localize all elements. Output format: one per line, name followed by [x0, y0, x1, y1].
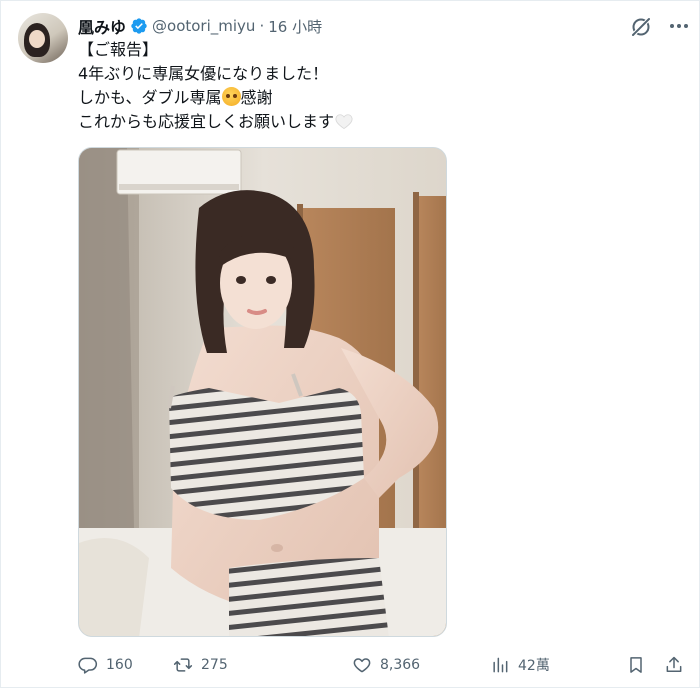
- bookmark-button[interactable]: [626, 653, 646, 677]
- tweet-line-part: これからも応援宜しくお願いします: [78, 112, 335, 131]
- more-icon[interactable]: [666, 13, 692, 39]
- bookmark-icon: [630, 657, 642, 673]
- like-count: 8,366: [380, 657, 421, 673]
- views-count: 42萬: [518, 658, 550, 674]
- more-dot: [684, 24, 688, 28]
- reply-count: 160: [106, 657, 133, 673]
- post-photo[interactable]: [78, 147, 447, 637]
- action-bar: 160 275 8,366 42萬: [78, 653, 693, 677]
- tweet-line: 【ご報告】: [78, 40, 159, 59]
- author-handle[interactable]: @ootori_miyu: [152, 17, 255, 35]
- author-avatar[interactable]: [18, 13, 68, 63]
- reply-button[interactable]: 160: [78, 653, 133, 677]
- like-icon: [353, 658, 371, 673]
- like-button[interactable]: 8,366: [352, 653, 420, 677]
- repost-count: 275: [201, 657, 228, 673]
- repost-icon: [173, 658, 193, 672]
- grok-icon[interactable]: [628, 14, 654, 40]
- share-icon: [666, 656, 682, 672]
- avatar-face: [29, 30, 45, 48]
- header-separator: ·: [259, 17, 265, 35]
- repost-button[interactable]: 275: [173, 653, 228, 677]
- more-dot: [677, 24, 681, 28]
- post-time[interactable]: 16 小時: [268, 16, 322, 37]
- pleading-face-emoji: [221, 87, 241, 106]
- views-icon: [493, 657, 508, 673]
- tweet-line-part: しかも、ダブル専属: [78, 88, 222, 107]
- tweet-text: 【ご報告】 4年ぶりに専属女優になりました！ しかも、ダブル専属 感謝 これからも…: [78, 38, 678, 134]
- tweet-line: これからも応援宜しくお願いします: [78, 110, 678, 134]
- tweet-line-part: 感謝: [240, 88, 273, 107]
- tweet-header: 凰みゆ @ootori_miyu · 16 小時: [78, 15, 322, 37]
- white-heart-emoji: [335, 114, 353, 129]
- tweet-card: 凰みゆ @ootori_miyu · 16 小時 【ご報告】 4年ぶりに専属女優…: [0, 0, 700, 688]
- photo-illustration: [79, 148, 446, 636]
- share-button[interactable]: [664, 653, 684, 677]
- tweet-line: しかも、ダブル専属 感謝: [78, 86, 678, 110]
- more-dot: [670, 24, 674, 28]
- tweet-line: 4年ぶりに専属女優になりました！: [78, 64, 329, 83]
- author-name[interactable]: 凰みゆ: [78, 14, 126, 38]
- reply-icon: [78, 657, 98, 674]
- verified-badge-icon: [131, 18, 147, 34]
- views-button[interactable]: 42萬: [490, 653, 550, 677]
